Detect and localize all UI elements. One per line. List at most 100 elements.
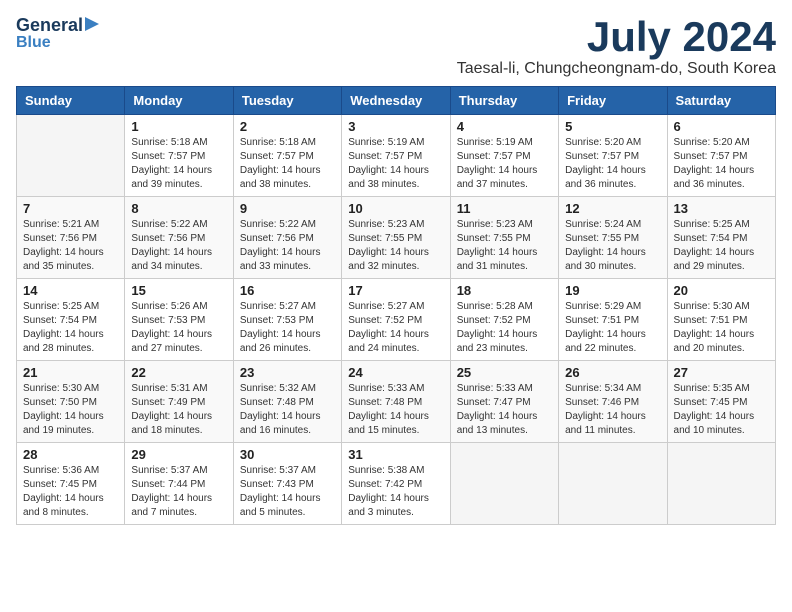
- calendar-cell: 12Sunrise: 5:24 AM Sunset: 7:55 PM Dayli…: [559, 197, 667, 279]
- calendar-cell: 27 Sunrise: 5:35 AM Sunset: 7:45 PM Dayli…: [667, 361, 775, 443]
- calendar-header-row: SundayMondayTuesdayWednesdayThursdayFrid…: [17, 87, 776, 115]
- day-number: 28: [23, 447, 118, 462]
- day-number: 15: [131, 283, 226, 298]
- calendar-cell: 24 Sunrise: 5:33 AM Sunset: 7:48 PM Dayli…: [342, 361, 450, 443]
- day-info: Sunrise: 5:25 AM Sunset: 7:54 PM Dayligh…: [23, 300, 118, 356]
- calendar-table: SundayMondayTuesdayWednesdayThursdayFrid…: [16, 86, 776, 525]
- calendar-cell: 13 Sunrise: 5:25 AM Sunset: 7:54 PM Dayli…: [667, 197, 775, 279]
- day-info: Sunrise: 5:18 AM Sunset: 7:57 PM Dayligh…: [240, 136, 335, 192]
- calendar-title-area: July 2024 Taesal-li, Chungcheongnam-do, …: [457, 16, 776, 78]
- calendar-cell: 21 Sunrise: 5:30 AM Sunset: 7:50 PM Dayli…: [17, 361, 125, 443]
- day-info: Sunrise: 5:28 AM Sunset: 7:52 PM Dayligh…: [457, 300, 552, 356]
- calendar-week-2: 7 Sunrise: 5:21 AM Sunset: 7:56 PM Daylig…: [17, 197, 776, 279]
- day-number: 8: [131, 201, 226, 216]
- day-number: 3: [348, 119, 443, 134]
- calendar-cell: 9 Sunrise: 5:22 AM Sunset: 7:56 PM Daylig…: [233, 197, 341, 279]
- day-header-saturday: Saturday: [667, 87, 775, 115]
- month-title: July 2024: [457, 16, 776, 58]
- calendar-cell: 4Sunrise: 5:19 AM Sunset: 7:57 PM Daylig…: [450, 115, 558, 197]
- day-number: 5: [565, 119, 660, 134]
- day-number: 22: [131, 365, 226, 380]
- day-info: Sunrise: 5:23 AM Sunset: 7:55 PM Dayligh…: [457, 218, 552, 274]
- calendar-cell: 29 Sunrise: 5:37 AM Sunset: 7:44 PM Dayli…: [125, 443, 233, 525]
- day-info: Sunrise: 5:22 AM Sunset: 7:56 PM Dayligh…: [131, 218, 226, 274]
- day-info: Sunrise: 5:25 AM Sunset: 7:54 PM Dayligh…: [674, 218, 769, 274]
- calendar-cell: 22 Sunrise: 5:31 AM Sunset: 7:49 PM Dayli…: [125, 361, 233, 443]
- day-number: 4: [457, 119, 552, 134]
- calendar-cell: 23 Sunrise: 5:32 AM Sunset: 7:48 PM Dayli…: [233, 361, 341, 443]
- calendar-week-5: 28Sunrise: 5:36 AM Sunset: 7:45 PM Dayli…: [17, 443, 776, 525]
- calendar-cell: 5 Sunrise: 5:20 AM Sunset: 7:57 PM Daylig…: [559, 115, 667, 197]
- day-info: Sunrise: 5:34 AM Sunset: 7:46 PM Dayligh…: [565, 382, 660, 438]
- day-info: Sunrise: 5:30 AM Sunset: 7:50 PM Dayligh…: [23, 382, 118, 438]
- day-info: Sunrise: 5:35 AM Sunset: 7:45 PM Dayligh…: [674, 382, 769, 438]
- calendar-cell: 7 Sunrise: 5:21 AM Sunset: 7:56 PM Daylig…: [17, 197, 125, 279]
- calendar-cell: 17 Sunrise: 5:27 AM Sunset: 7:52 PM Dayli…: [342, 279, 450, 361]
- calendar-cell: 18Sunrise: 5:28 AM Sunset: 7:52 PM Dayli…: [450, 279, 558, 361]
- logo: General Blue: [16, 16, 101, 52]
- day-number: 13: [674, 201, 769, 216]
- calendar-cell: 25Sunrise: 5:33 AM Sunset: 7:47 PM Dayli…: [450, 361, 558, 443]
- calendar-cell: 15 Sunrise: 5:26 AM Sunset: 7:53 PM Dayli…: [125, 279, 233, 361]
- calendar-cell: 3 Sunrise: 5:19 AM Sunset: 7:57 PM Daylig…: [342, 115, 450, 197]
- day-info: Sunrise: 5:21 AM Sunset: 7:56 PM Dayligh…: [23, 218, 118, 274]
- day-info: Sunrise: 5:19 AM Sunset: 7:57 PM Dayligh…: [348, 136, 443, 192]
- day-number: 21: [23, 365, 118, 380]
- day-number: 27: [674, 365, 769, 380]
- calendar-cell: 20 Sunrise: 5:30 AM Sunset: 7:51 PM Dayli…: [667, 279, 775, 361]
- day-number: 23: [240, 365, 335, 380]
- logo-arrow-icon: [83, 15, 101, 33]
- day-number: 2: [240, 119, 335, 134]
- day-info: Sunrise: 5:31 AM Sunset: 7:49 PM Dayligh…: [131, 382, 226, 438]
- day-info: Sunrise: 5:26 AM Sunset: 7:53 PM Dayligh…: [131, 300, 226, 356]
- day-info: Sunrise: 5:38 AM Sunset: 7:42 PM Dayligh…: [348, 464, 443, 520]
- day-info: Sunrise: 5:30 AM Sunset: 7:51 PM Dayligh…: [674, 300, 769, 356]
- day-header-wednesday: Wednesday: [342, 87, 450, 115]
- calendar-week-4: 21 Sunrise: 5:30 AM Sunset: 7:50 PM Dayli…: [17, 361, 776, 443]
- calendar-cell: 1 Sunrise: 5:18 AM Sunset: 7:57 PM Daylig…: [125, 115, 233, 197]
- day-number: 10: [348, 201, 443, 216]
- day-number: 16: [240, 283, 335, 298]
- day-number: 1: [131, 119, 226, 134]
- logo-general: General: [16, 16, 83, 34]
- calendar-cell: [667, 443, 775, 525]
- day-info: Sunrise: 5:37 AM Sunset: 7:44 PM Dayligh…: [131, 464, 226, 520]
- day-info: Sunrise: 5:22 AM Sunset: 7:56 PM Dayligh…: [240, 218, 335, 274]
- calendar-cell: 19Sunrise: 5:29 AM Sunset: 7:51 PM Dayli…: [559, 279, 667, 361]
- day-header-thursday: Thursday: [450, 87, 558, 115]
- day-info: Sunrise: 5:20 AM Sunset: 7:57 PM Dayligh…: [565, 136, 660, 192]
- calendar-cell: [559, 443, 667, 525]
- day-info: Sunrise: 5:18 AM Sunset: 7:57 PM Dayligh…: [131, 136, 226, 192]
- calendar-week-1: 1 Sunrise: 5:18 AM Sunset: 7:57 PM Daylig…: [17, 115, 776, 197]
- day-info: Sunrise: 5:33 AM Sunset: 7:47 PM Dayligh…: [457, 382, 552, 438]
- day-info: Sunrise: 5:33 AM Sunset: 7:48 PM Dayligh…: [348, 382, 443, 438]
- calendar-cell: 2 Sunrise: 5:18 AM Sunset: 7:57 PM Daylig…: [233, 115, 341, 197]
- day-number: 7: [23, 201, 118, 216]
- day-header-friday: Friday: [559, 87, 667, 115]
- calendar-cell: [450, 443, 558, 525]
- calendar-cell: 28Sunrise: 5:36 AM Sunset: 7:45 PM Dayli…: [17, 443, 125, 525]
- logo-blue-text: Blue: [16, 34, 51, 52]
- day-header-sunday: Sunday: [17, 87, 125, 115]
- day-info: Sunrise: 5:37 AM Sunset: 7:43 PM Dayligh…: [240, 464, 335, 520]
- day-number: 9: [240, 201, 335, 216]
- day-number: 30: [240, 447, 335, 462]
- day-info: Sunrise: 5:27 AM Sunset: 7:52 PM Dayligh…: [348, 300, 443, 356]
- day-info: Sunrise: 5:32 AM Sunset: 7:48 PM Dayligh…: [240, 382, 335, 438]
- day-number: 29: [131, 447, 226, 462]
- day-info: Sunrise: 5:27 AM Sunset: 7:53 PM Dayligh…: [240, 300, 335, 356]
- calendar-cell: 31Sunrise: 5:38 AM Sunset: 7:42 PM Dayli…: [342, 443, 450, 525]
- day-number: 20: [674, 283, 769, 298]
- calendar-cell: 10Sunrise: 5:23 AM Sunset: 7:55 PM Dayli…: [342, 197, 450, 279]
- calendar-body: 1 Sunrise: 5:18 AM Sunset: 7:57 PM Daylig…: [17, 115, 776, 525]
- calendar-cell: 6Sunrise: 5:20 AM Sunset: 7:57 PM Daylig…: [667, 115, 775, 197]
- day-info: Sunrise: 5:20 AM Sunset: 7:57 PM Dayligh…: [674, 136, 769, 192]
- day-number: 24: [348, 365, 443, 380]
- day-number: 12: [565, 201, 660, 216]
- calendar-week-3: 14Sunrise: 5:25 AM Sunset: 7:54 PM Dayli…: [17, 279, 776, 361]
- calendar-cell: 26Sunrise: 5:34 AM Sunset: 7:46 PM Dayli…: [559, 361, 667, 443]
- calendar-cell: [17, 115, 125, 197]
- page-header: General Blue July 2024 Taesal-li, Chungc…: [16, 16, 776, 78]
- day-number: 17: [348, 283, 443, 298]
- calendar-cell: 30 Sunrise: 5:37 AM Sunset: 7:43 PM Dayli…: [233, 443, 341, 525]
